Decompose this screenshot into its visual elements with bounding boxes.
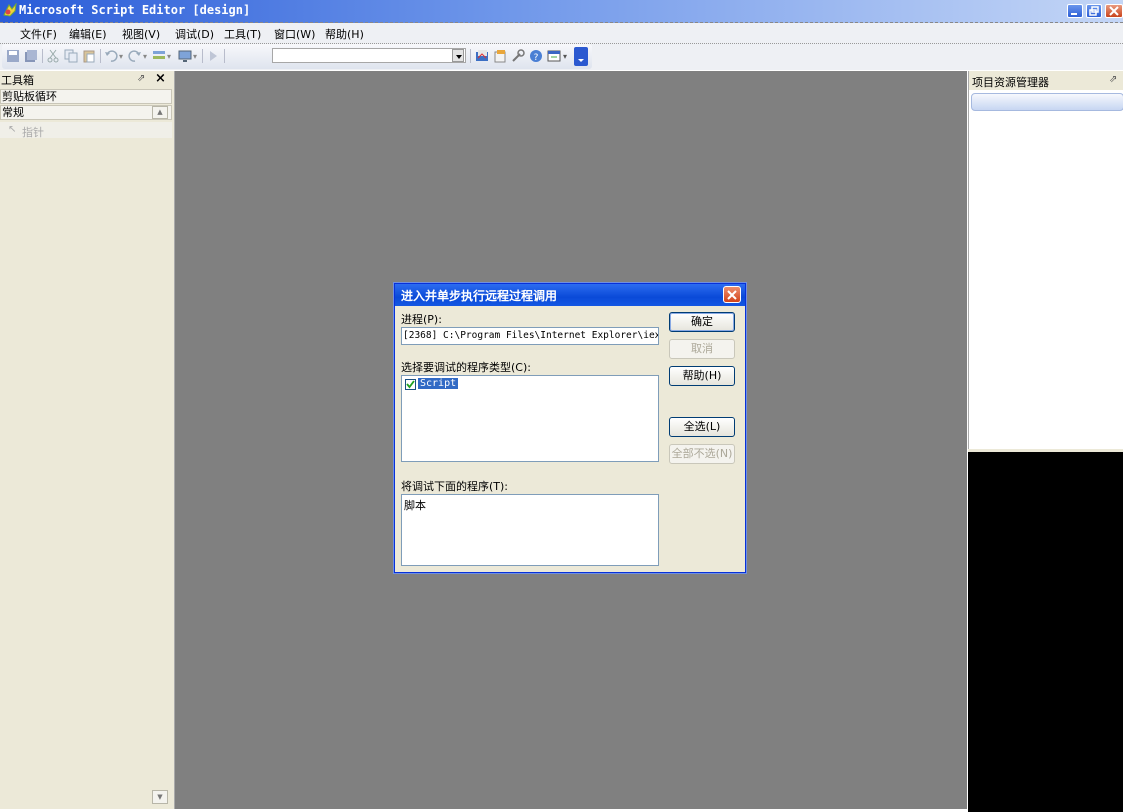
undo-icon[interactable]	[104, 49, 118, 63]
toolbox-tab-general[interactable]: 常规	[0, 105, 172, 120]
menu-edit[interactable]: 编辑(E)	[69, 26, 107, 42]
screen-icon[interactable]	[178, 49, 192, 63]
restore-button[interactable]	[1086, 4, 1102, 18]
cut-icon[interactable]	[46, 49, 60, 63]
properties-icon[interactable]	[493, 49, 507, 63]
cancel-button[interactable]: 取消	[669, 339, 735, 359]
window-title: Microsoft Script Editor [design]	[19, 3, 251, 17]
pin-icon[interactable]: ⇗	[137, 73, 145, 84]
find-dropdown-button[interactable]	[452, 49, 464, 62]
nav-icon[interactable]	[152, 49, 166, 63]
layout-dropdown-icon[interactable]: ▾	[563, 52, 567, 61]
close-icon[interactable]: ×	[155, 71, 166, 86]
project-explorer-toolbar	[971, 93, 1123, 111]
project-explorer-header: 项目资源管理器 ⇗	[969, 71, 1123, 90]
process-label: 进程(P):	[401, 313, 442, 326]
toolbar-separator	[100, 49, 101, 63]
process-field[interactable]: [2368] C:\Program Files\Internet Explore…	[401, 327, 659, 345]
title-bar: Microsoft Script Editor [design]	[0, 0, 1123, 23]
debug-program-label: 将调试下面的程序(T):	[401, 480, 509, 493]
paste-icon[interactable]	[82, 49, 96, 63]
tools-icon[interactable]	[511, 49, 525, 63]
script-editor-icon	[3, 3, 17, 17]
toolbar-separator	[224, 49, 225, 63]
toolbox-panel: 工具箱 ⇗ × 剪贴板循环 常规 ▲ ↖ 指针 ▼	[0, 71, 175, 809]
find-combo-input[interactable]	[272, 48, 466, 63]
properties-pane	[968, 449, 1123, 812]
minimize-button[interactable]	[1067, 4, 1083, 18]
script-type-label[interactable]: Script	[418, 378, 459, 389]
toolbar-separator	[470, 49, 471, 63]
help-button[interactable]: 帮助(H)	[669, 366, 735, 386]
redo-icon[interactable]	[128, 49, 142, 63]
scroll-up-button[interactable]: ▲	[152, 106, 168, 119]
window-layout-icon[interactable]	[547, 49, 561, 63]
menu-file[interactable]: 文件(F)	[20, 26, 57, 42]
pin-icon[interactable]: ⇗	[1109, 74, 1117, 85]
help-icon[interactable]: ?	[529, 49, 543, 63]
dialog-close-button[interactable]	[723, 286, 741, 303]
toolbar-separator	[202, 49, 203, 63]
standard-toolbar: ▾ ▾ ▾ ▾ ? ▾	[2, 44, 592, 69]
deselect-all-button[interactable]: 全部不选(N)	[669, 444, 735, 464]
scroll-down-button[interactable]: ▼	[152, 790, 168, 804]
save-all-icon[interactable]	[24, 49, 38, 63]
toolbar: ▾ ▾ ▾ ▾ ? ▾	[0, 44, 1123, 70]
close-button[interactable]	[1105, 4, 1123, 18]
undo-dropdown-icon[interactable]: ▾	[119, 52, 123, 61]
menu-tools[interactable]: 工具(T)	[224, 26, 261, 42]
toolbar-overflow-icon[interactable]	[574, 47, 588, 66]
screen-dropdown-icon[interactable]: ▾	[193, 52, 197, 61]
dialog-title: 进入并单步执行远程过程调用	[401, 289, 558, 303]
toolbox-item-pointer[interactable]: ↖ 指针	[0, 122, 172, 139]
copy-icon[interactable]	[64, 49, 78, 63]
project-explorer-title: 项目资源管理器	[972, 76, 1049, 89]
ok-button[interactable]: 确定	[669, 312, 735, 332]
pointer-icon: ↖	[8, 124, 17, 135]
menu-view[interactable]: 视图(V)	[122, 26, 160, 42]
redo-dropdown-icon[interactable]: ▾	[143, 52, 147, 61]
program-types-list[interactable]: Script	[401, 375, 659, 462]
nav-dropdown-icon[interactable]: ▾	[167, 52, 171, 61]
menu-window[interactable]: 窗口(W)	[274, 26, 315, 42]
menu-help[interactable]: 帮助(H)	[325, 26, 364, 42]
script-checkbox[interactable]	[405, 379, 416, 390]
program-types-label: 选择要调试的程序类型(C):	[401, 361, 531, 374]
toolbar-separator	[42, 49, 43, 63]
svg-text:?: ?	[534, 53, 539, 63]
dialog-title-bar: 进入并单步执行远程过程调用	[395, 284, 745, 306]
toolbox-title: 工具箱	[1, 74, 34, 87]
open-icon[interactable]	[475, 49, 489, 63]
debug-program-field[interactable]: 脚本	[401, 494, 659, 566]
save-icon[interactable]	[6, 49, 20, 63]
toolbox-item-label: 指针	[22, 126, 44, 139]
menu-debug[interactable]: 调试(D)	[175, 26, 214, 42]
start-icon[interactable]	[206, 49, 220, 63]
project-explorer-panel: 项目资源管理器 ⇗	[968, 71, 1123, 449]
step-into-rpc-dialog: 进入并单步执行远程过程调用 进程(P): [2368] C:\Program F…	[394, 283, 746, 573]
toolbox-tab-clipboard[interactable]: 剪贴板循环	[0, 89, 172, 104]
menu-bar: 文件(F) 编辑(E) 视图(V) 调试(D) 工具(T) 窗口(W) 帮助(H…	[0, 23, 1123, 44]
select-all-button[interactable]: 全选(L)	[669, 417, 735, 437]
